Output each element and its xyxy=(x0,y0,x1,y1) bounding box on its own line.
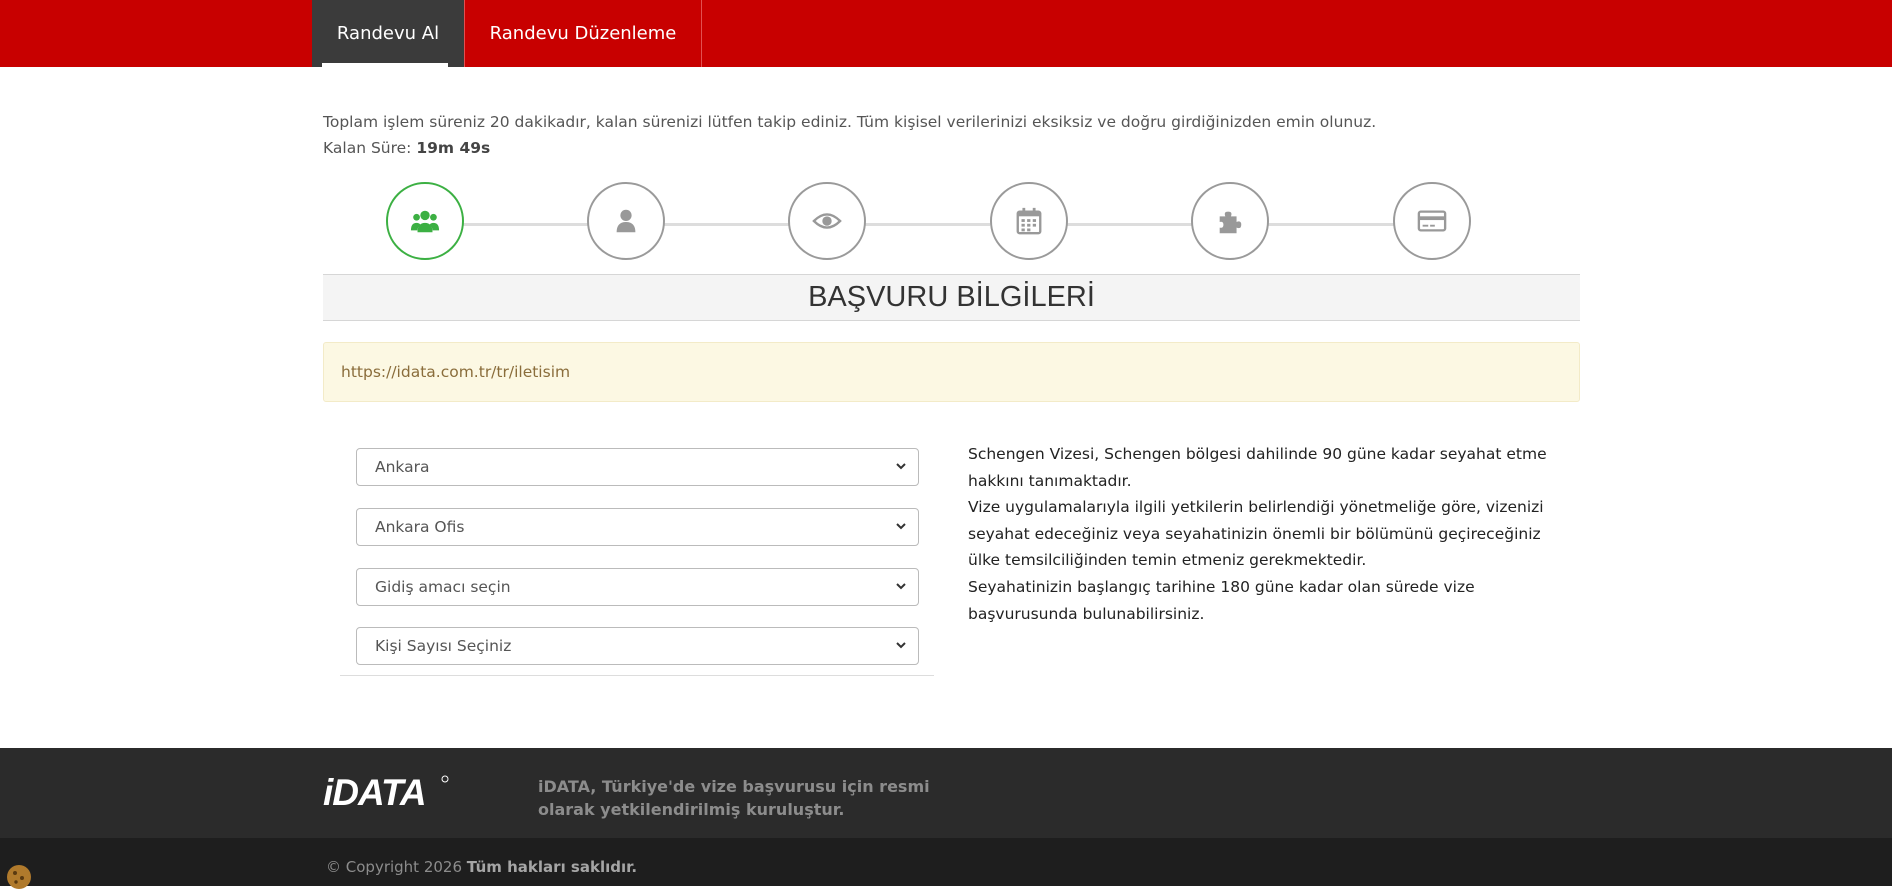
visa-description: Schengen Vizesi, Schengen bölgesi dahili… xyxy=(968,441,1568,627)
svg-text:iDATA: iDATA xyxy=(323,773,426,809)
step-5-services[interactable] xyxy=(1191,182,1269,260)
step-connector xyxy=(462,223,588,226)
credit-card-icon xyxy=(1417,210,1447,232)
session-notice: Toplam işlem süreniz 20 dakikadır, kalan… xyxy=(323,113,1377,131)
chevron-down-icon xyxy=(896,642,906,649)
section-title: BAŞVURU BİLGİLERİ xyxy=(323,274,1580,321)
people-count-select[interactable]: Kişi Sayısı Seçiniz xyxy=(356,627,919,665)
description-paragraph: Schengen Vizesi, Schengen bölgesi dahili… xyxy=(968,445,1547,490)
step-connector xyxy=(663,223,789,226)
description-paragraph: Vize uygulamalarıyla ilgili yetkilerin b… xyxy=(968,498,1544,570)
users-icon xyxy=(410,210,440,233)
step-6-payment[interactable] xyxy=(1393,182,1471,260)
copyright-text: © Copyright 2026 xyxy=(326,858,463,876)
tab-randevu-duzenleme[interactable]: Randevu Düzenleme xyxy=(464,0,702,67)
office-select-value: Ankara Ofis xyxy=(375,518,465,536)
step-connector xyxy=(864,223,990,226)
calendar-icon xyxy=(1016,207,1042,235)
timer-label: Kalan Süre: xyxy=(323,139,412,157)
tab-randevu-al[interactable]: Randevu Al xyxy=(312,0,464,67)
idata-logo[interactable]: iDATA xyxy=(323,773,451,809)
step-2-personal-info[interactable] xyxy=(587,182,665,260)
footer-tagline: iDATA, Türkiye'de vize başvurusu için re… xyxy=(538,777,930,819)
purpose-select[interactable]: Gidiş amacı seçin xyxy=(356,568,919,606)
people-count-select-value: Kişi Sayısı Seçiniz xyxy=(375,637,512,655)
rights-text: Tüm hakları saklıdır. xyxy=(466,858,638,876)
copyright: © Copyright 2026 Tüm hakları saklıdır. xyxy=(326,858,637,876)
puzzle-icon xyxy=(1219,211,1242,234)
step-3-preview[interactable] xyxy=(788,182,866,260)
nav-tabs: Randevu Al Randevu Düzenleme xyxy=(312,0,702,67)
step-connector xyxy=(1065,223,1193,226)
description-paragraph: Seyahatinizin başlangıç tarihine 180 gün… xyxy=(968,577,1475,623)
alert-box: https://idata.com.tr/tr/iletisim xyxy=(323,342,1580,402)
chevron-down-icon xyxy=(896,463,906,470)
step-1-application-info[interactable] xyxy=(386,182,464,260)
chevron-down-icon xyxy=(896,523,906,530)
city-select-value: Ankara xyxy=(375,458,430,476)
cookie-icon[interactable] xyxy=(6,864,32,890)
application-form: Ankara Ankara Ofis Gidiş amacı seçin Kiş… xyxy=(340,430,934,676)
contact-link[interactable]: https://idata.com.tr/tr/iletisim xyxy=(341,363,570,381)
top-navbar: Randevu Al Randevu Düzenleme xyxy=(0,0,1892,67)
chevron-down-icon xyxy=(896,583,906,590)
step-4-date[interactable] xyxy=(990,182,1068,260)
footer-bottom xyxy=(0,838,1892,886)
timer-value: 19m 49s xyxy=(416,139,491,157)
timer-row: Kalan Süre: 19m 49s xyxy=(323,135,1376,161)
step-connector xyxy=(1266,223,1395,226)
session-info: Toplam işlem süreniz 20 dakikadır, kalan… xyxy=(323,109,1376,161)
purpose-select-value: Gidiş amacı seçin xyxy=(375,578,511,596)
office-select[interactable]: Ankara Ofis xyxy=(356,508,919,546)
eye-icon xyxy=(812,213,842,229)
city-select[interactable]: Ankara xyxy=(356,448,919,486)
user-icon xyxy=(616,209,636,233)
